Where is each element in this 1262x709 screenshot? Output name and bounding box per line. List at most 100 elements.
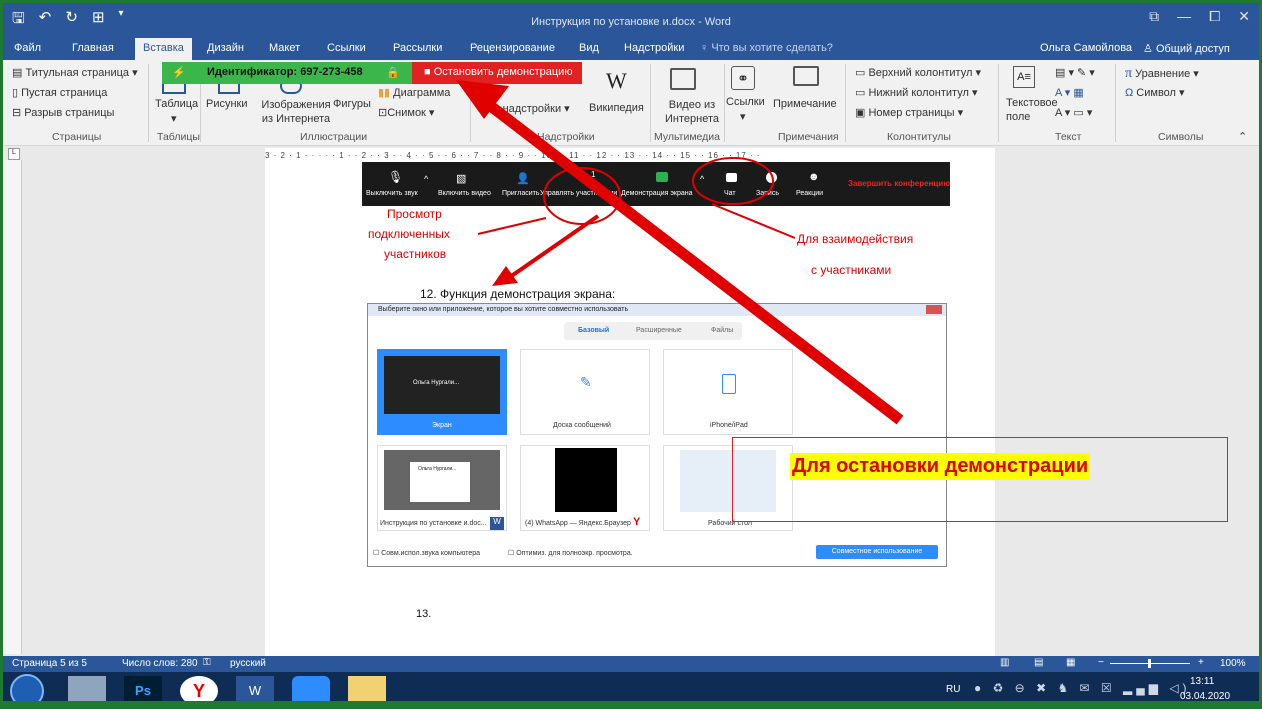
cover-page-button[interactable]: ▤ Титульная страница ▾ [12, 66, 138, 79]
signal-icon: ⚡ [172, 67, 186, 79]
group-media-label: Мультимедиа [654, 131, 720, 143]
ribbon-options-icon[interactable]: ⧉ [1149, 8, 1159, 25]
input-language[interactable]: RU [946, 684, 960, 695]
calculator-icon[interactable] [68, 676, 106, 706]
footer-button[interactable]: ▭ Нижний колонтитул ▾ [855, 86, 977, 99]
print-layout-icon[interactable]: ▤ [1034, 657, 1043, 668]
zoom-in-icon[interactable]: + [1198, 657, 1204, 668]
tab-mailings[interactable]: Рассылки [393, 42, 442, 54]
file-explorer-icon[interactable] [348, 676, 386, 706]
shapes-button[interactable]: Фигуры [333, 98, 371, 110]
dropcap-icon[interactable]: A ▾ ▭ ▾ [1055, 106, 1092, 119]
tab-references[interactable]: Ссылки [327, 42, 366, 54]
yandex-browser-icon[interactable]: Y [180, 676, 218, 706]
video-off-icon: ▧ [456, 173, 467, 185]
group-comments-label: Примечания [778, 131, 839, 143]
chart-button[interactable]: ▮▮ Диаграмма [378, 86, 450, 99]
ruler-tab-selector[interactable]: L [8, 148, 20, 160]
zoom-slider-thumb[interactable] [1148, 659, 1151, 668]
annotation-interact-2: с участниками [811, 263, 892, 277]
comment-button[interactable]: Примечание [773, 98, 837, 110]
page-count[interactable]: Страница 5 из 5 [12, 658, 87, 669]
zoom-share-bar: ⚡ Идентификатор: 697-273-458 🔒 ■ Останов… [162, 62, 582, 84]
participants-count: 1 [591, 170, 596, 179]
links-icon: ⚭ [731, 66, 755, 90]
group-addins-label: Надстройки [537, 131, 595, 143]
clock-date[interactable]: 03.04.2020 [1180, 691, 1230, 702]
tell-me-field[interactable]: ♀ Что вы хотите сделать? [700, 42, 833, 54]
word-count[interactable]: Число слов: 280 [122, 658, 198, 669]
minimize-icon[interactable]: — [1177, 8, 1191, 25]
status-bar: Страница 5 из 5 Число слов: 280 ⚿ русски… [0, 656, 1262, 672]
table-button[interactable]: Таблица [155, 98, 198, 110]
links-button[interactable]: Ссылки [726, 96, 765, 108]
tab-design[interactable]: Дизайн [207, 42, 244, 54]
lock-icon: 🔒 [386, 67, 400, 79]
page-number-button[interactable]: ▣ Номер страницы ▾ [855, 106, 963, 119]
close-icon[interactable]: ✕ [1238, 8, 1250, 25]
zoom-app-icon[interactable] [292, 676, 330, 706]
meeting-id-panel[interactable]: ⚡ Идентификатор: 697-273-458 🔒 [162, 62, 412, 84]
tab-review[interactable]: Рецензирование [470, 42, 555, 54]
tray-icons[interactable]: ● ♻ ⊖ ✖ ♞ ✉ ☒ ▂▄▆ ◁) [974, 681, 1191, 695]
my-addins-button[interactable]: Мои надстройки ▾ [478, 102, 570, 115]
annotation-view-2: подключенных [368, 227, 450, 241]
screenshot-button[interactable]: ⊡Снимок ▾ [378, 106, 434, 119]
web-layout-icon[interactable]: ▦ [1066, 657, 1075, 668]
pictures-button[interactable]: Рисунки [206, 98, 248, 110]
collapse-ribbon-icon[interactable]: ⌃ [1238, 130, 1247, 143]
tab-view[interactable]: Вид [579, 42, 599, 54]
mute-label: Выключить звук [366, 190, 418, 197]
blank-page-button[interactable]: ▯ Пустая страница [12, 86, 107, 99]
proofing-icon[interactable]: ⚿ [203, 657, 211, 668]
wordart-icon[interactable]: A ▾ ▦ [1055, 86, 1084, 99]
screenshot-icon: ⊡ [378, 107, 388, 119]
user-name[interactable]: Ольга Самойлова [1040, 42, 1132, 54]
share-button[interactable]: ♙ Общий доступ [1143, 42, 1230, 55]
ruler-ticks: 3 · 2 · 1 · · · · · 1 · · 2 · · 3 · · 4 … [265, 151, 761, 160]
word-taskbar-icon[interactable]: W [236, 676, 274, 706]
group-text-label: Текст [1055, 131, 1082, 143]
wikipedia-button[interactable]: Википедия [589, 102, 644, 114]
language[interactable]: русский [230, 658, 266, 669]
textbox-button[interactable]: Текстовое поле [1006, 96, 1058, 124]
maximize-icon[interactable]: ⧠ [1209, 8, 1220, 25]
horizontal-ruler[interactable]: 3 · 2 · 1 · · · · · 1 · · 2 · · 3 · · 4 … [265, 148, 995, 162]
share-tab-files: Файлы [711, 327, 734, 334]
tile-word-doc: Ольга Нургали... Инструкция по установке… [377, 445, 507, 531]
video-icon [670, 68, 696, 90]
tab-layout[interactable]: Макет [269, 42, 300, 54]
title-bar: 🖫 ↶ ↻ ⊞ ▾ Инструкция по установке и.docx… [0, 0, 1262, 38]
pi-icon: π [1125, 66, 1133, 81]
zoom-out-icon[interactable]: − [1098, 657, 1104, 668]
quick-parts-icon[interactable]: ▤ ▾ ✎ ▾ [1055, 66, 1095, 79]
tab-file[interactable]: Файл [14, 42, 41, 54]
stop-icon: ■ [424, 66, 431, 78]
tab-addins[interactable]: Надстройки [624, 42, 684, 54]
chart-icon: ▮▮ [378, 87, 391, 99]
invite-icon: 👤 [516, 173, 530, 185]
tile-whatsapp: (4) WhatsApp — Яндекс.Браузер Y [520, 445, 650, 531]
share-tab-basic: Базовый [578, 327, 610, 334]
window-controls: ⧉ — ⧠ ✕ [1149, 8, 1250, 25]
vertical-ruler[interactable] [2, 160, 22, 654]
page-break-button[interactable]: ⊟ Разрыв страницы [12, 106, 114, 119]
wikipedia-icon: W [606, 68, 627, 93]
stop-share-button[interactable]: ■ Остановить демонстрацию [412, 62, 582, 84]
reactions-label: Реакции [796, 190, 824, 197]
symbol-button[interactable]: Ω Символ ▾ [1125, 86, 1185, 99]
read-mode-icon[interactable]: ▥ [1000, 657, 1009, 668]
tab-insert[interactable]: Вставка [135, 38, 192, 60]
online-pictures-button[interactable]: Изображения из Интернета [257, 98, 335, 126]
start-button[interactable] [10, 674, 44, 708]
tab-home[interactable]: Главная [72, 42, 114, 54]
equation-button[interactable]: π Уравнение ▾ [1125, 66, 1199, 82]
list-item-12: 12. Функция демонстрация экрана: [420, 287, 616, 301]
header-button[interactable]: ▭ Верхний колонтитул ▾ [855, 66, 981, 79]
word-icon: W [490, 517, 504, 530]
ribbon-tabs: Файл Главная Вставка Дизайн Макет Ссылки… [0, 38, 1262, 60]
zoom-level[interactable]: 100% [1220, 658, 1246, 669]
online-video-button[interactable]: Видео из Интернета [664, 98, 720, 126]
photoshop-icon[interactable]: Ps [124, 676, 162, 706]
clock-time[interactable]: 13:11 [1190, 676, 1214, 687]
